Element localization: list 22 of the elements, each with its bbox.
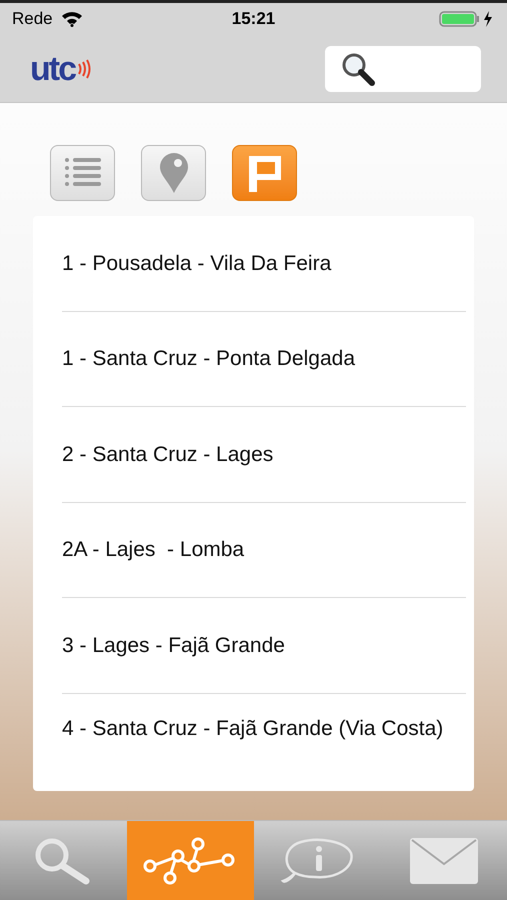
carrier-name: Rede [12,8,53,30]
battery-charging-icon [439,10,495,28]
view-toggle[interactable] [50,145,115,201]
envelope-icon [410,838,478,884]
utc-logo: utc [30,52,91,86]
route-item[interactable]: 1 - Santa Cruz - Ponta Delgada [62,344,355,374]
search-icon [341,52,375,86]
route-item[interactable]: 1 - Pousadela - Vila Da Feira [62,248,332,278]
search-field[interactable] [325,46,481,92]
route-item[interactable]: 4 - Santa Cruz - Fajã Grande (Via Costa) [62,716,444,740]
view-toggle[interactable] [232,145,297,201]
tab-bar-item[interactable] [126,821,254,900]
route-item[interactable]: 3 - Lages - Fajã Grande [62,630,285,660]
clock-time: 15:21 [232,8,276,30]
flag-icon [246,154,282,192]
view-toggle[interactable] [141,145,206,201]
wifi-icon [60,11,83,27]
route-item[interactable]: 2 - Santa Cruz - Lages [62,440,274,469]
search-icon [34,836,92,884]
map-pin-icon [160,153,188,193]
route-item[interactable]: 2A - Lajes - Lomba [62,535,244,564]
info-bubble-icon [278,836,355,884]
